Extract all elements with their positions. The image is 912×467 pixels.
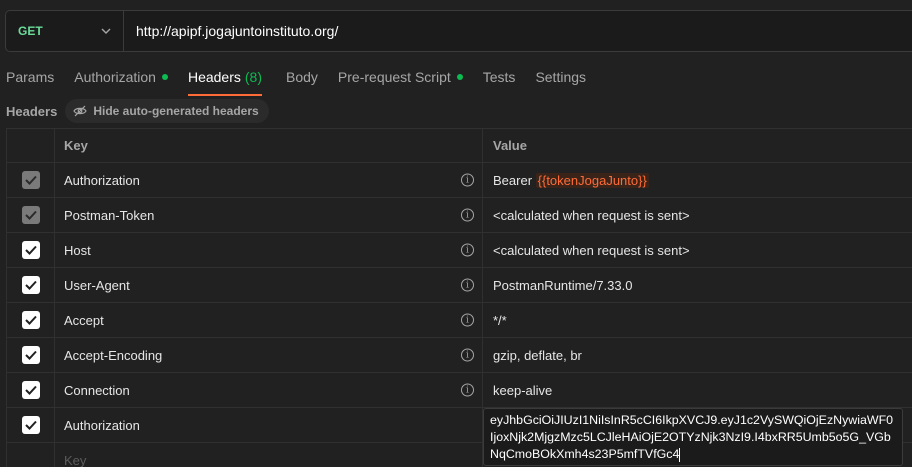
chevron-down-icon bbox=[101, 26, 111, 37]
method-select[interactable]: GET bbox=[6, 11, 124, 51]
row-key-text: User-Agent bbox=[64, 277, 130, 293]
row-key[interactable]: Authorization i bbox=[54, 162, 483, 198]
row-key-text: Accept-Encoding bbox=[64, 347, 163, 363]
row-check-cell bbox=[6, 372, 55, 408]
row-check-cell bbox=[6, 337, 55, 373]
row-checkbox[interactable] bbox=[21, 416, 40, 434]
url-input[interactable]: http://apipf.jogajuntoinstituto.org/ bbox=[124, 23, 338, 39]
row-key[interactable]: Postman-Token i bbox=[54, 197, 483, 233]
row-key-text: Authorization bbox=[64, 172, 140, 188]
row-check-cell bbox=[6, 162, 55, 198]
tab-params[interactable]: Params bbox=[0, 58, 60, 96]
row-key-text: Postman-Token bbox=[64, 207, 155, 223]
row-checkbox[interactable] bbox=[21, 346, 40, 364]
table-row: Postman-Token i <calculated when request … bbox=[6, 197, 912, 233]
row-check-cell bbox=[6, 232, 55, 268]
row-key[interactable]: Host i bbox=[54, 232, 483, 268]
row-key-text: Connection bbox=[64, 382, 130, 398]
tab-authorization[interactable]: Authorization bbox=[68, 58, 174, 96]
row-check-cell bbox=[6, 302, 55, 338]
column-header-key: Key bbox=[54, 128, 483, 163]
row-value[interactable]: keep-alive bbox=[482, 372, 912, 408]
tab-body[interactable]: Body bbox=[280, 58, 324, 96]
row-value[interactable]: gzip, deflate, br bbox=[482, 337, 912, 373]
value-editor-text: eyJhbGciOiJIUzI1NiIsInR5cCI6IkpXVCJ9.eyJ… bbox=[490, 413, 894, 461]
row-checkbox[interactable] bbox=[21, 311, 40, 329]
info-icon[interactable]: i bbox=[461, 383, 474, 397]
status-dot-icon bbox=[161, 74, 168, 80]
method-label: GET bbox=[18, 24, 43, 38]
tab-headers[interactable]: Headers (8) bbox=[182, 58, 268, 96]
tab-label: Headers bbox=[187, 69, 241, 85]
row-value-prefix: Bearer bbox=[493, 172, 536, 188]
tab-label: Body bbox=[286, 69, 318, 85]
tab-label: Params bbox=[6, 69, 55, 85]
table-row: Host i <calculated when request is sent> bbox=[6, 232, 912, 268]
row-key[interactable]: Accept i bbox=[54, 302, 483, 338]
table-header-row: Key Value bbox=[6, 128, 912, 163]
row-key[interactable]: Authorization bbox=[54, 407, 483, 443]
tab-label: Tests bbox=[482, 69, 516, 85]
text-cursor bbox=[679, 447, 681, 462]
row-value[interactable]: */* bbox=[482, 302, 912, 338]
info-icon[interactable]: i bbox=[461, 278, 474, 292]
request-tabs: Params Authorization Headers (8) Body Pre… bbox=[0, 58, 912, 96]
new-key-input[interactable]: Key bbox=[54, 442, 483, 467]
headers-subbar: Headers Hide auto-generated headers bbox=[0, 98, 269, 124]
row-check-cell bbox=[6, 442, 55, 467]
status-dot-icon bbox=[456, 74, 463, 80]
row-key-text: Host bbox=[64, 242, 91, 258]
tab-label: Settings bbox=[535, 69, 587, 85]
row-check-cell bbox=[6, 267, 55, 303]
row-key-text: Accept bbox=[64, 312, 104, 328]
table-row: Connection i keep-alive bbox=[6, 372, 912, 408]
row-key-text: Authorization bbox=[64, 417, 140, 433]
tab-label: Pre-request Script bbox=[337, 69, 451, 85]
row-key[interactable]: User-Agent i bbox=[54, 267, 483, 303]
value-editor[interactable]: eyJhbGciOiJIUzI1NiIsInR5cCI6IkpXVCJ9.eyJ… bbox=[483, 408, 903, 466]
info-icon[interactable]: i bbox=[461, 208, 474, 222]
row-checkbox[interactable] bbox=[21, 241, 40, 259]
tab-pre-request-script[interactable]: Pre-request Script bbox=[332, 58, 469, 96]
row-check-cell bbox=[6, 407, 55, 443]
row-checkbox[interactable] bbox=[21, 171, 40, 189]
table-row: Authorization i Bearer {{tokenJogaJunto}} bbox=[6, 162, 912, 198]
table-row: User-Agent i PostmanRuntime/7.33.0 bbox=[6, 267, 912, 303]
row-value[interactable]: PostmanRuntime/7.33.0 bbox=[482, 267, 912, 303]
tab-settings[interactable]: Settings bbox=[529, 58, 592, 96]
row-value[interactable]: <calculated when request is sent> bbox=[482, 197, 912, 233]
variable-token[interactable]: {{tokenJogaJunto}} bbox=[535, 172, 649, 188]
tab-label: Authorization bbox=[74, 69, 156, 85]
header-check-cell bbox=[6, 128, 55, 163]
row-checkbox[interactable] bbox=[21, 381, 40, 399]
column-header-value: Value bbox=[482, 128, 912, 163]
row-value[interactable]: <calculated when request is sent> bbox=[482, 232, 912, 268]
row-checkbox[interactable] bbox=[21, 206, 40, 224]
row-check-cell bbox=[6, 197, 55, 233]
hide-auto-generated-label: Hide auto-generated headers bbox=[93, 104, 259, 118]
eye-off-icon bbox=[73, 105, 88, 117]
info-icon[interactable]: i bbox=[461, 313, 474, 327]
url-bar: GET http://apipf.jogajuntoinstituto.org/ bbox=[5, 10, 912, 52]
hide-auto-generated-button[interactable]: Hide auto-generated headers bbox=[65, 99, 269, 123]
info-icon[interactable]: i bbox=[461, 173, 474, 187]
headers-count: (8) bbox=[244, 69, 262, 85]
table-row: Accept i */* bbox=[6, 302, 912, 338]
table-row: Accept-Encoding i gzip, deflate, br bbox=[6, 337, 912, 373]
headers-section-title: Headers bbox=[6, 103, 58, 119]
row-value[interactable]: Bearer {{tokenJogaJunto}} bbox=[482, 162, 912, 198]
info-icon[interactable]: i bbox=[461, 243, 474, 257]
row-checkbox[interactable] bbox=[21, 276, 40, 294]
info-icon[interactable]: i bbox=[461, 348, 474, 362]
row-key[interactable]: Connection i bbox=[54, 372, 483, 408]
tab-tests[interactable]: Tests bbox=[477, 58, 522, 96]
row-key[interactable]: Accept-Encoding i bbox=[54, 337, 483, 373]
